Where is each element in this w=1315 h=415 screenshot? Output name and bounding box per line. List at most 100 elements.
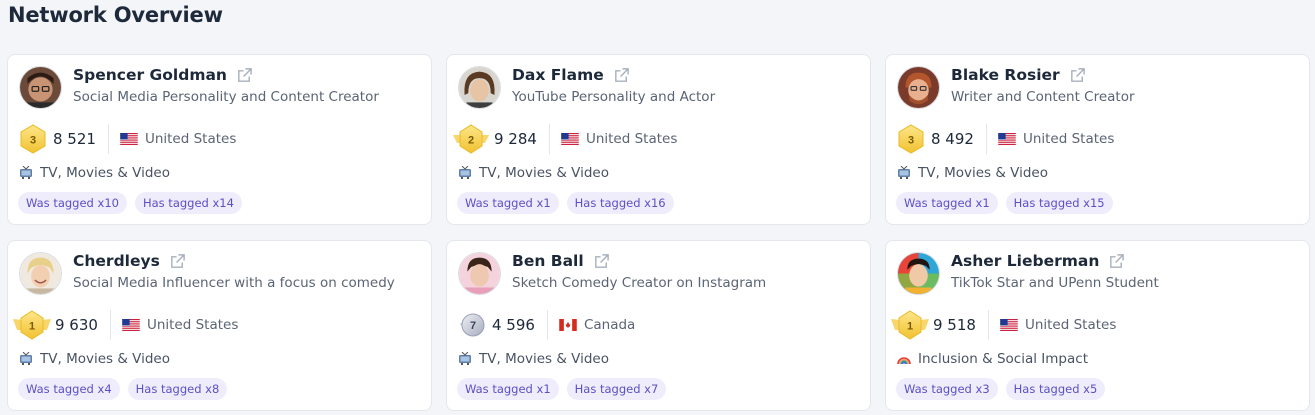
external-link-icon[interactable] xyxy=(1069,67,1086,84)
has-tagged-pill[interactable]: Has tagged x15 xyxy=(1005,192,1113,214)
profile-stats: 3 8 521 United States xyxy=(18,123,236,155)
category: TV, Movies & Video xyxy=(897,165,1048,181)
was-tagged-pill[interactable]: Was tagged x1 xyxy=(896,192,998,214)
rainbow-icon xyxy=(897,357,911,365)
was-tagged-pill[interactable]: Was tagged x1 xyxy=(457,192,559,214)
us-flag-icon xyxy=(561,133,579,145)
rank-badge-number: 1 xyxy=(29,321,35,333)
country: United States xyxy=(1022,131,1115,147)
profile-card[interactable]: Spencer Goldman Social Media Personality… xyxy=(7,54,432,225)
profile-stats: 1 9 630 United States xyxy=(13,309,239,341)
country: United States xyxy=(1024,317,1117,333)
avatar[interactable] xyxy=(897,252,940,295)
profile-name[interactable]: Blake Rosier xyxy=(951,66,1060,84)
was-tagged-pill[interactable]: Was tagged x4 xyxy=(18,378,120,400)
score: 9 284 xyxy=(494,130,537,148)
profile-card[interactable]: Asher Lieberman TikTok Star and UPenn St… xyxy=(885,240,1310,411)
profile-subtitle: Writer and Content Creator xyxy=(951,89,1135,105)
country: Canada xyxy=(583,317,636,333)
profile-name[interactable]: Spencer Goldman xyxy=(73,66,227,84)
tv-icon xyxy=(20,166,32,179)
score: 8 521 xyxy=(53,130,96,148)
profile-subtitle: Sketch Comedy Creator on Instagram xyxy=(512,275,767,291)
category-label: TV, Movies & Video xyxy=(479,165,609,181)
profile-grid: Spencer Goldman Social Media Personality… xyxy=(7,54,1310,411)
has-tagged-pill[interactable]: Has tagged x16 xyxy=(566,192,674,214)
has-tagged-pill[interactable]: Has tagged x8 xyxy=(127,378,228,400)
external-link-icon[interactable] xyxy=(1108,253,1125,270)
tv-icon xyxy=(459,352,471,365)
rank-badge-icon: 3 xyxy=(896,124,926,154)
external-link-icon[interactable] xyxy=(593,253,610,270)
avatar[interactable] xyxy=(458,66,501,109)
rank-badge-number: 3 xyxy=(30,135,36,147)
profile-name[interactable]: Cherdleys xyxy=(73,252,160,270)
avatar[interactable] xyxy=(458,252,501,295)
profile-name[interactable]: Ben Ball xyxy=(512,252,584,270)
external-link-icon[interactable] xyxy=(236,67,253,84)
profile-name[interactable]: Dax Flame xyxy=(512,66,604,84)
was-tagged-pill[interactable]: Was tagged x1 xyxy=(457,378,559,400)
has-tagged-pill[interactable]: Has tagged x5 xyxy=(1005,378,1106,400)
category-label: TV, Movies & Video xyxy=(479,351,609,367)
category: TV, Movies & Video xyxy=(19,351,170,367)
category: TV, Movies & Video xyxy=(458,351,609,367)
external-link-icon[interactable] xyxy=(613,67,630,84)
profile-stats: 3 8 492 United States xyxy=(896,123,1114,155)
profile-stats: 1 9 518 United States xyxy=(891,309,1117,341)
rank-badge-icon: 7 xyxy=(457,310,487,340)
canada-flag-icon xyxy=(559,319,577,331)
has-tagged-pill[interactable]: Has tagged x14 xyxy=(134,192,242,214)
category: TV, Movies & Video xyxy=(458,165,609,181)
has-tagged-pill[interactable]: Has tagged x7 xyxy=(566,378,667,400)
rank-badge-icon: 2 xyxy=(451,124,491,154)
rank-badge-number: 7 xyxy=(470,320,476,332)
avatar[interactable] xyxy=(897,66,940,109)
profile-subtitle: YouTube Personality and Actor xyxy=(512,89,716,105)
score: 4 596 xyxy=(492,316,535,334)
divider xyxy=(107,124,109,154)
tag-list: Was tagged x1 Has tagged x15 xyxy=(896,192,1113,214)
profile-stats: 7 4 596 Canada xyxy=(457,309,635,341)
country: United States xyxy=(146,317,239,333)
rank-badge-icon: 3 xyxy=(18,124,48,154)
country: United States xyxy=(585,131,678,147)
category: Inclusion & Social Impact xyxy=(897,351,1088,367)
tag-list: Was tagged x10 Has tagged x14 xyxy=(18,192,242,214)
tv-icon xyxy=(898,166,910,179)
profile-card[interactable]: Blake Rosier Writer and Content Creator … xyxy=(885,54,1310,225)
category: TV, Movies & Video xyxy=(19,165,170,181)
tv-icon xyxy=(459,166,471,179)
tag-list: Was tagged x1 Has tagged x7 xyxy=(457,378,667,400)
rank-badge-number: 2 xyxy=(468,135,474,147)
profile-card[interactable]: Ben Ball Sketch Comedy Creator on Instag… xyxy=(446,240,871,411)
profile-card[interactable]: Cherdleys Social Media Influencer with a… xyxy=(7,240,432,411)
us-flag-icon xyxy=(120,133,138,145)
rank-badge-number: 1 xyxy=(907,321,913,333)
country: United States xyxy=(144,131,237,147)
rank-badge-icon: 1 xyxy=(12,310,52,340)
us-flag-icon xyxy=(998,133,1016,145)
page-title: Network Overview xyxy=(8,3,223,27)
avatar[interactable] xyxy=(19,252,62,295)
divider xyxy=(109,310,111,340)
avatar[interactable] xyxy=(19,66,62,109)
tag-list: Was tagged x3 Has tagged x5 xyxy=(896,378,1106,400)
profile-stats: 2 9 284 United States xyxy=(453,123,678,155)
category-label: TV, Movies & Video xyxy=(40,165,170,181)
was-tagged-pill[interactable]: Was tagged x10 xyxy=(18,192,127,214)
profile-subtitle: Social Media Personality and Content Cre… xyxy=(73,89,379,105)
was-tagged-pill[interactable]: Was tagged x3 xyxy=(896,378,998,400)
rank-badge-icon: 1 xyxy=(890,310,930,340)
divider xyxy=(548,124,550,154)
tv-icon xyxy=(20,352,32,365)
score: 8 492 xyxy=(931,130,974,148)
external-link-icon[interactable] xyxy=(169,253,186,270)
profile-subtitle: Social Media Influencer with a focus on … xyxy=(73,275,395,291)
profile-name[interactable]: Asher Lieberman xyxy=(951,252,1099,270)
tag-list: Was tagged x4 Has tagged x8 xyxy=(18,378,228,400)
category-label: TV, Movies & Video xyxy=(918,165,1048,181)
profile-card[interactable]: Dax Flame YouTube Personality and Actor … xyxy=(446,54,871,225)
us-flag-icon xyxy=(122,319,140,331)
us-flag-icon xyxy=(1000,319,1018,331)
